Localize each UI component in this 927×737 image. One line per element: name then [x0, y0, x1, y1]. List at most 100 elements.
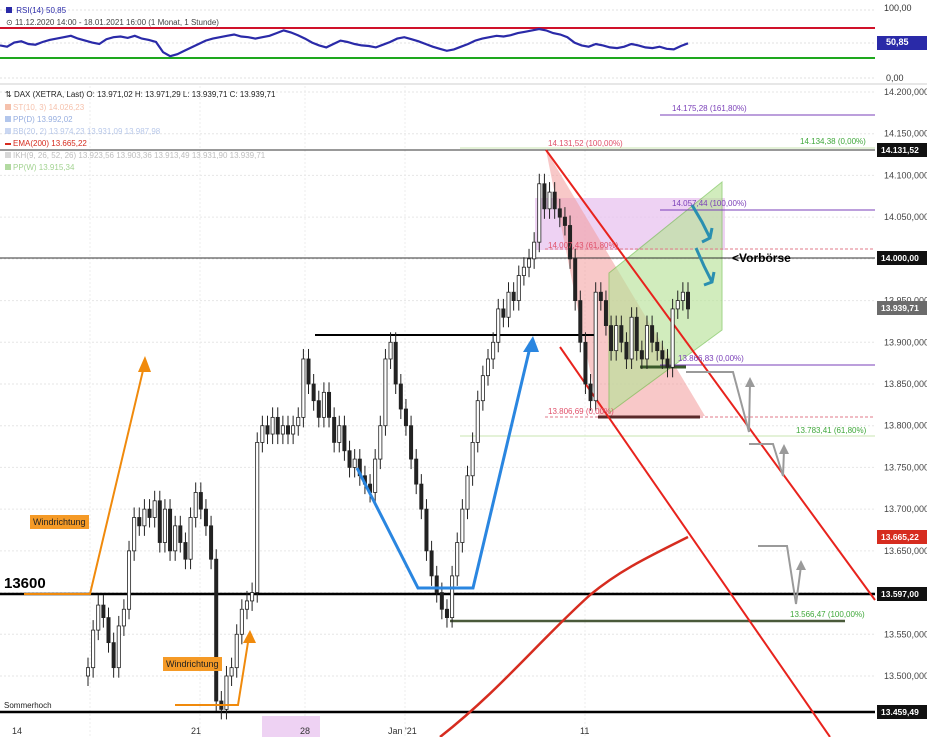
candle-body: [280, 425, 285, 435]
candle-body: [491, 341, 496, 360]
candle-body: [188, 517, 193, 560]
price-axis-tick: 14.150,000: [884, 129, 927, 139]
fib-label-13566: 13.566,47 (100,00%): [790, 610, 865, 619]
candle-body: [634, 316, 639, 352]
candle-body: [198, 492, 203, 510]
candle-body: [178, 525, 183, 543]
price-badge-13459: 13.459,49: [881, 707, 919, 717]
candle-body: [475, 400, 480, 443]
legend-swatch-bb: [5, 128, 11, 134]
candle-body: [409, 425, 414, 460]
candle-body: [111, 642, 116, 669]
x-tick-jan: Jan '21: [388, 726, 417, 736]
x-tick-14: 14: [12, 726, 23, 736]
rsi-legend-label: RSI(14): [16, 6, 44, 15]
candle-body: [465, 475, 470, 510]
orange-arrow-1: [24, 356, 151, 595]
candle-body: [342, 425, 347, 452]
candle-body: [132, 517, 137, 552]
candle-body: [147, 508, 152, 518]
legend-label: IKH(9, 26, 52, 26): [13, 151, 77, 160]
candle-body: [609, 325, 614, 352]
candle-body: [450, 575, 455, 619]
fib-label-161: 14.175,28 (161,80%): [672, 104, 747, 113]
legend-swatch-ema: [5, 142, 11, 145]
candle-body: [291, 425, 296, 435]
chart-icon: ⇅: [5, 90, 12, 99]
candle-body: [501, 308, 506, 318]
candle-body: [680, 291, 685, 301]
legend-swatch-ikh: [5, 152, 11, 158]
candle-body: [214, 558, 219, 702]
candle-body: [203, 508, 208, 527]
candle-body: [614, 325, 619, 352]
legend-item-ikh[interactable]: IKH(9, 26, 52, 26) 13.923,56 13.903,36 1…: [5, 150, 265, 162]
timerange-text: 11.12.2020 14:00 - 18.01.2021 16:00: [14, 18, 147, 27]
candle-body: [557, 208, 562, 218]
legend-item-bb[interactable]: BB(20, 2) 13.974,23 13.931,09 13.987,98: [5, 126, 265, 138]
windrichtung-label-2: Windrichtung: [163, 657, 222, 671]
legend-values: 13.665,22: [51, 139, 87, 148]
candle-body: [434, 575, 439, 593]
candle-body: [588, 383, 593, 402]
candle-body: [388, 341, 393, 360]
candle-body: [686, 291, 691, 310]
candle-body: [244, 600, 249, 610]
candle-body: [229, 667, 234, 677]
legend-swatch-st: [5, 104, 11, 110]
candle-body: [660, 350, 665, 360]
candle-body: [142, 508, 147, 527]
indicator-legend: ST(10, 3) 14.026,23 PP(D) 13.992,02 BB(2…: [5, 102, 265, 174]
candle-body: [398, 383, 403, 410]
candle-body: [101, 604, 106, 618]
rsi-legend-value: 50,85: [46, 6, 67, 15]
legend-item-st[interactable]: ST(10, 3) 14.026,23: [5, 102, 265, 114]
candle-body: [537, 183, 542, 243]
candle-body: [327, 391, 332, 418]
candle-body: [480, 375, 485, 402]
price-axis-tick: 13.650,000: [884, 546, 927, 556]
fib-label-13866: 13.866,83 (0,00%): [678, 354, 744, 363]
candle-body: [234, 633, 239, 669]
candle-body: [91, 629, 96, 669]
fib-label-13783: 13.783,41 (61,80%): [796, 426, 867, 435]
x-tick-28: 28: [300, 726, 311, 736]
candle-body: [619, 325, 624, 343]
candle-body: [296, 416, 301, 427]
candle-body: [183, 542, 188, 560]
candle-body: [424, 508, 429, 552]
ohlc-text: DAX (XETRA, Last) O: 13.971,02 H: 13.971…: [13, 90, 276, 99]
candle-body: [173, 525, 178, 552]
candle-body: [378, 425, 383, 460]
rsi-axis-100: 100,00: [884, 3, 912, 13]
legend-item-ppd[interactable]: PP(D) 13.992,02: [5, 114, 265, 126]
candle-body: [527, 258, 532, 268]
rsi-legend: RSI(14) 50,85: [6, 6, 66, 15]
candle-body: [301, 358, 306, 418]
legend-label: EMA(200): [13, 139, 50, 148]
candle-body: [275, 416, 280, 435]
legend-item-ema[interactable]: EMA(200) 13.665,22: [5, 138, 265, 150]
candle-body: [639, 350, 644, 360]
candle-body: [260, 425, 265, 443]
price-badge-13939: 13.939,71: [881, 303, 919, 313]
candle-body: [393, 341, 398, 385]
candle-body: [116, 625, 121, 669]
candle-body: [239, 608, 244, 635]
fib-label-14007: 14.007,43 (61,80%): [548, 241, 619, 250]
candle-body: [665, 358, 670, 368]
windrichtung-label-1: Windrichtung: [30, 515, 89, 529]
candle-body: [316, 400, 321, 418]
rsi-axis-0: 0,00: [886, 73, 904, 83]
price-axis-tick: 13.550,000: [884, 629, 927, 639]
candle-body: [675, 300, 680, 310]
price-axis-tick: 14.050,000: [884, 212, 927, 222]
ohlc-header: ⇅ DAX (XETRA, Last) O: 13.971,02 H: 13.9…: [5, 90, 275, 99]
legend-item-ppw[interactable]: PP(W) 13.915,34: [5, 162, 265, 174]
price-axis-tick: 14.100,000: [884, 170, 927, 180]
candle-body: [506, 291, 511, 318]
candle-body: [521, 266, 526, 276]
candle-body: [383, 358, 388, 427]
candle-body: [137, 517, 142, 527]
legend-values: 14.026,23: [48, 103, 85, 112]
